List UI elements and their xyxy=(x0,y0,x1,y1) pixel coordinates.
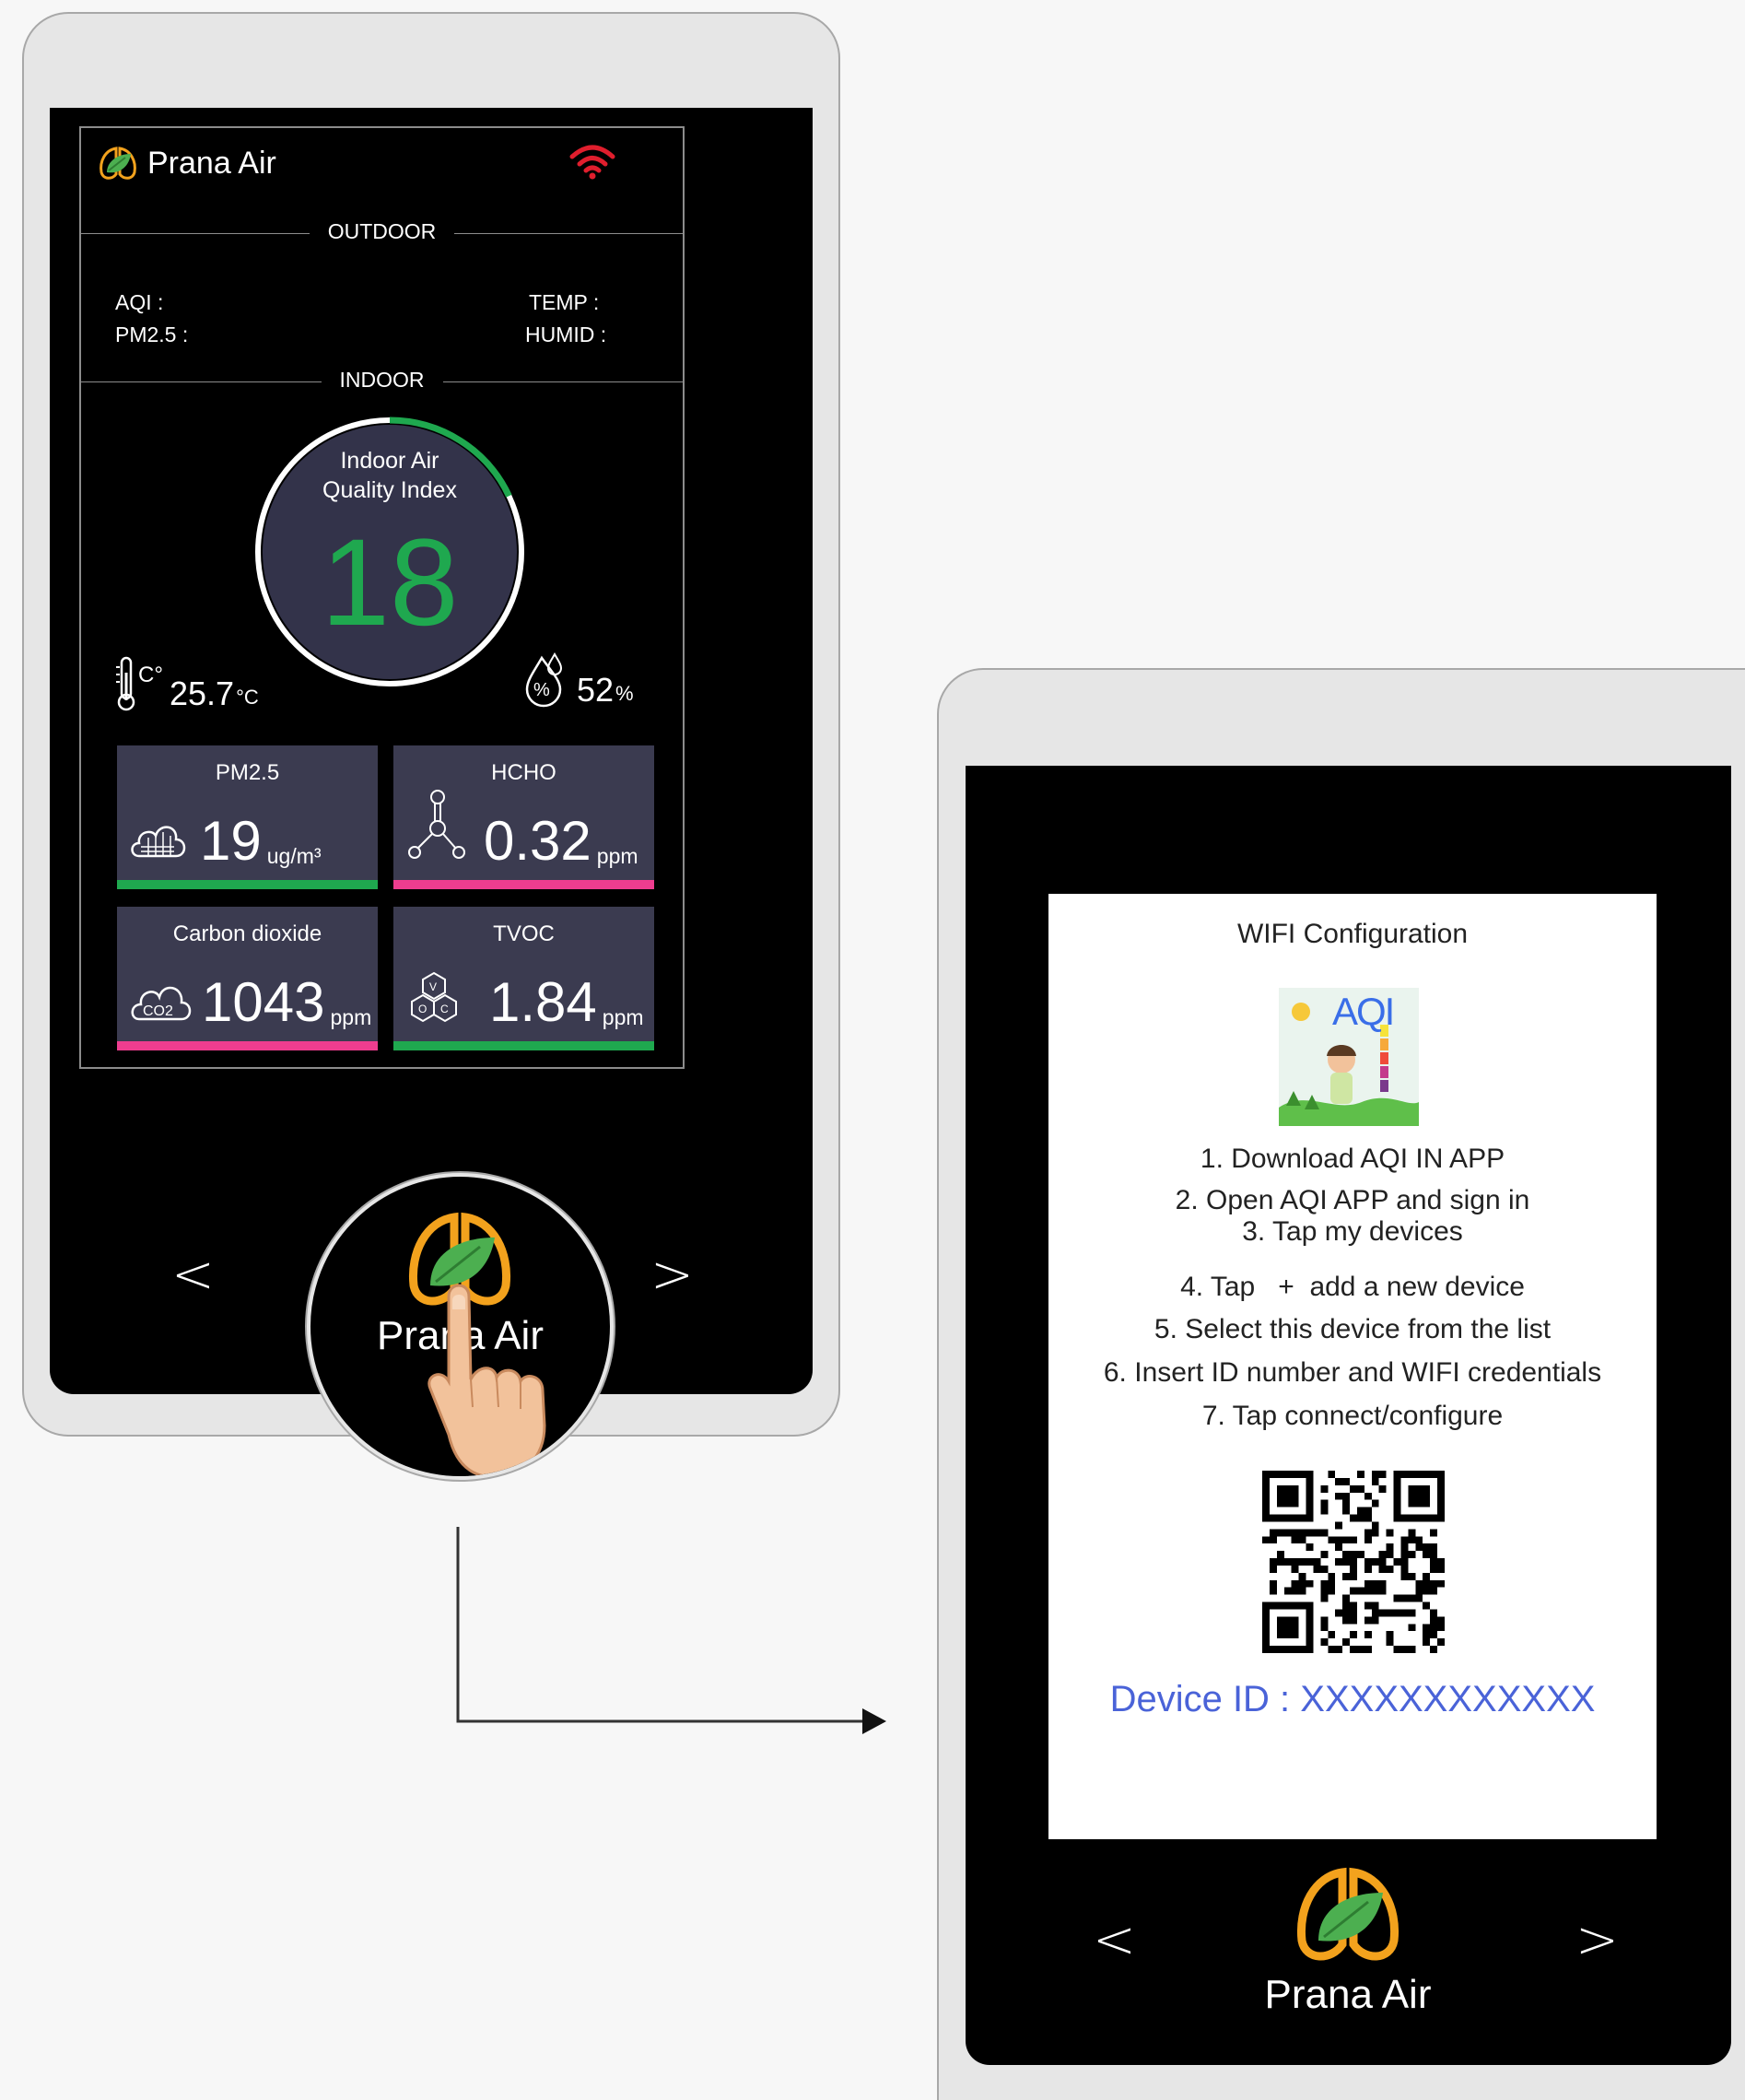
svg-text:O: O xyxy=(418,1003,427,1015)
wifi-step-1: 1. Download AQI IN APP xyxy=(1200,1144,1505,1174)
tile-hcho-status-bar xyxy=(393,880,654,889)
gauge-value: 18 xyxy=(321,514,459,651)
tile-tvoc[interactable]: TVOC V O C 1.84 ppm xyxy=(393,907,654,1050)
wifi-step-4: 4. Tap + add a new device xyxy=(1180,1272,1525,1302)
humidity-value: 52 xyxy=(577,671,615,709)
thermometer-icon: C° xyxy=(116,656,163,711)
wifi-prev-arrow[interactable]: < xyxy=(1093,1915,1136,1966)
outdoor-humid-label: HUMID : xyxy=(525,323,607,346)
formaldehyde-molecule-icon xyxy=(408,790,465,859)
tile-hcho-value: 0.32 xyxy=(484,810,591,872)
aqi-app-logo-text: AQI xyxy=(1332,990,1395,1033)
wifi-icon[interactable] xyxy=(568,144,616,181)
pointing-hand-icon xyxy=(427,1284,546,1476)
wifi-config-title: WIFI Configuration xyxy=(1236,919,1469,949)
tile-co2-unit: ppm xyxy=(330,1005,372,1029)
wifi-step-6: 6. Insert ID number and WIFI credentials xyxy=(1103,1357,1602,1388)
tile-tvoc-name: TVOC xyxy=(493,921,555,946)
temperature-unit: °C xyxy=(236,686,259,709)
tile-co2[interactable]: Carbon dioxide CO2 1043 ppm xyxy=(117,907,378,1050)
outdoor-pm25-label: PM2.5 : xyxy=(115,323,189,346)
tile-co2-reading: 1043 ppm xyxy=(202,975,371,1030)
wifi-next-arrow[interactable]: > xyxy=(1575,1915,1619,1966)
gauge-title-line1: Indoor Air xyxy=(340,448,439,474)
co2-cloud-icon: CO2 xyxy=(131,986,192,1021)
brand-name: Prana Air xyxy=(147,145,276,181)
brand-header: Prana Air xyxy=(98,145,276,182)
outdoor-aqi-label: AQI : xyxy=(115,290,164,314)
aqi-app-logo: AQI xyxy=(1279,988,1419,1126)
device-id-label: Device ID : XXXXXXXXXXXX xyxy=(1109,1679,1596,1719)
humidity-reading: % 52 % xyxy=(521,652,634,710)
tile-pm25-unit: ug/m³ xyxy=(266,844,322,868)
humidity-unit: % xyxy=(615,682,634,705)
svg-text:%: % xyxy=(533,680,550,700)
tile-hcho-reading: 0.32 ppm xyxy=(484,814,638,869)
svg-text:C°: C° xyxy=(138,663,163,687)
tile-hcho[interactable]: HCHO 0.32 ppm xyxy=(393,745,654,889)
wifi-brand-name: Prana Air xyxy=(1264,1972,1432,2017)
tile-pm25-status-bar xyxy=(117,880,378,889)
tile-tvoc-status-bar xyxy=(393,1041,654,1050)
tile-co2-value: 1043 xyxy=(202,971,325,1033)
wifi-step-5: 5. Select this device from the list xyxy=(1154,1314,1552,1344)
particulate-cloud-icon xyxy=(131,826,186,858)
humidity-drop-icon: % xyxy=(525,652,563,708)
wifi-step-7: 7. Tap connect/configure xyxy=(1201,1401,1504,1431)
svg-text:CO2: CO2 xyxy=(143,1003,173,1019)
tile-tvoc-reading: 1.84 ppm xyxy=(489,975,644,1030)
prana-air-logo-icon xyxy=(100,147,136,180)
tile-pm25-name: PM2.5 xyxy=(215,760,280,785)
svg-text:C: C xyxy=(440,1003,449,1015)
tile-tvoc-unit: ppm xyxy=(602,1005,644,1029)
prana-air-logo-button[interactable]: Prana Air xyxy=(307,1173,614,1480)
temperature-reading: C° 25.7 °C xyxy=(114,654,259,713)
tile-co2-name: Carbon dioxide xyxy=(172,921,322,946)
wifi-step-2: 2. Open AQI APP and sign in xyxy=(1175,1185,1530,1215)
voc-molecule-icon: V O C xyxy=(411,971,457,1023)
device-qr-code[interactable] xyxy=(1262,1471,1445,1653)
wifi-step-3: 3. Tap my devices xyxy=(1242,1216,1463,1247)
gauge-title-line2: Quality Index xyxy=(322,477,457,503)
indoor-aqi-gauge: Indoor Air Quality Index 18 xyxy=(251,413,529,691)
tile-co2-status-bar xyxy=(117,1041,378,1050)
wifi-configuration-card: WIFI Configuration AQI 1. Download AQI I… xyxy=(1048,894,1657,1839)
temperature-value: 25.7 xyxy=(170,675,235,712)
tile-hcho-name: HCHO xyxy=(491,760,556,785)
outdoor-temp-label: TEMP : xyxy=(529,290,600,314)
dashboard-prev-arrow[interactable]: < xyxy=(171,1249,215,1301)
air-quality-dashboard: Prana Air OUTDOOR AQI : PM2.5 : TEMP : H… xyxy=(79,126,685,1069)
tile-hcho-unit: ppm xyxy=(596,844,638,868)
tile-pm25-value: 19 xyxy=(200,810,262,872)
svg-text:V: V xyxy=(429,980,437,993)
tile-tvoc-value: 1.84 xyxy=(489,971,597,1033)
indoor-section-label: INDOOR xyxy=(81,368,683,393)
tile-pm25-reading: 19 ug/m³ xyxy=(200,814,322,869)
dashboard-next-arrow[interactable]: > xyxy=(650,1249,694,1301)
outdoor-section-label: OUTDOOR xyxy=(81,219,683,244)
prana-air-lungs-icon-bottom[interactable] xyxy=(1292,1865,1404,1966)
tile-pm25[interactable]: PM2.5 19 ug/m³ xyxy=(117,745,378,889)
